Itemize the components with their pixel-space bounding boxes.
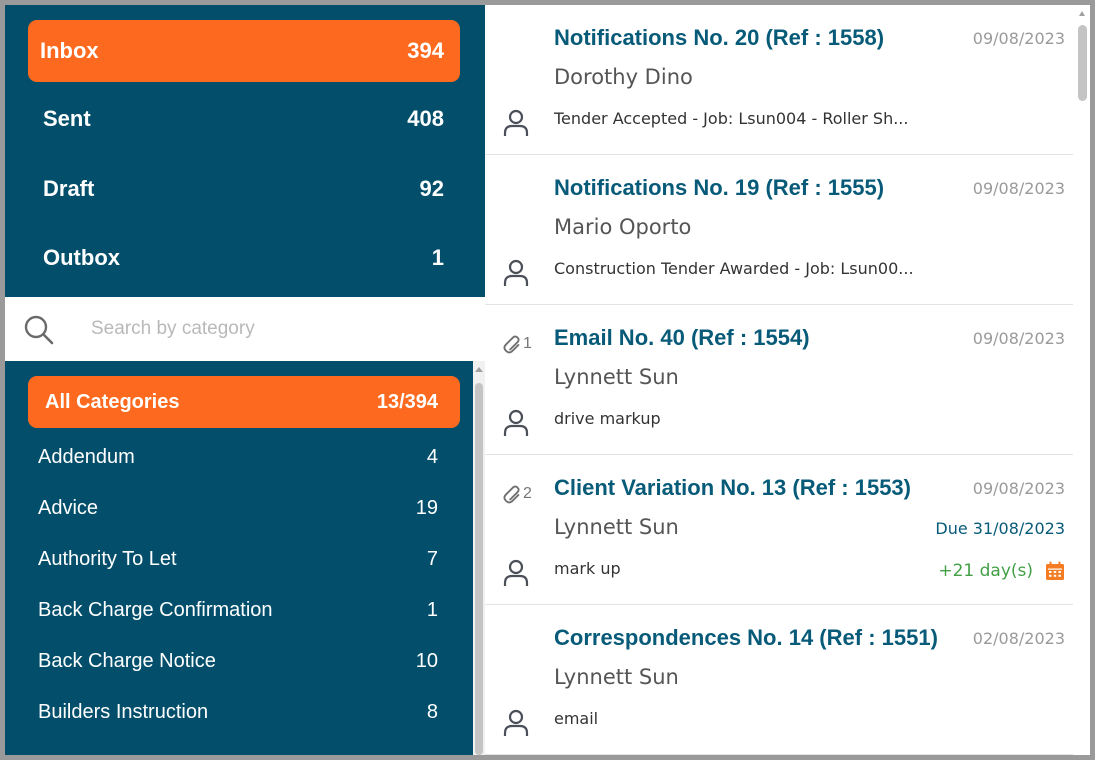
category-all[interactable]: All Categories 13/394 xyxy=(28,376,460,428)
folder-inbox[interactable]: Inbox 394 xyxy=(28,20,460,82)
message-subject: Construction Tender Awarded - Job: Lsun0… xyxy=(554,259,914,278)
message-item[interactable]: Notifications No. 20 (Ref : 1558) 09/08/… xyxy=(485,5,1073,155)
message-scrollbar[interactable] xyxy=(1073,5,1090,755)
user-icon xyxy=(503,109,529,136)
message-sender: Lynnett Sun xyxy=(554,515,679,539)
paperclip-icon xyxy=(503,485,520,504)
category-count: 13/394 xyxy=(376,390,438,413)
search-icon[interactable] xyxy=(23,314,55,346)
message-title: Notifications No. 20 (Ref : 1558) xyxy=(554,25,885,50)
days-remaining: +21 day(s) xyxy=(938,561,1033,581)
message-item[interactable]: Notifications No. 19 (Ref : 1555) 09/08/… xyxy=(485,155,1073,305)
attachment-count: 2 xyxy=(523,485,532,502)
user-icon xyxy=(503,409,529,436)
message-item[interactable]: 1 Email No. 40 (Ref : 1554) 09/08/2023 L… xyxy=(485,305,1073,455)
app-window: Inbox 394 Sent 408 Draft 92 Outbox 1 Sea… xyxy=(5,5,1090,755)
category-scrollbar[interactable] xyxy=(473,361,485,755)
attachment-indicator: 2 xyxy=(501,483,532,505)
left-panel: Inbox 394 Sent 408 Draft 92 Outbox 1 Sea… xyxy=(5,5,485,755)
search-input[interactable] xyxy=(85,311,465,347)
category-count: 4 xyxy=(426,445,438,468)
message-subject: Tender Accepted - Job: Lsun004 - Roller … xyxy=(554,109,909,128)
message-title: Email No. 40 (Ref : 1554) xyxy=(554,325,810,350)
message-sender: Mario Oporto xyxy=(554,215,692,239)
folder-label: Draft xyxy=(43,176,95,201)
message-date: 09/08/2023 xyxy=(972,479,1065,498)
message-title: Correspondences No. 14 (Ref : 1551) xyxy=(554,625,938,650)
category-item[interactable]: Back Charge Confirmation 1 xyxy=(38,592,438,628)
folder-label: Inbox xyxy=(40,38,99,63)
message-list: Notifications No. 20 (Ref : 1558) 09/08/… xyxy=(485,5,1090,755)
message-item[interactable]: Correspondences No. 14 (Ref : 1551) 02/0… xyxy=(485,605,1073,755)
folder-count: 92 xyxy=(419,176,444,201)
category-count: 1 xyxy=(426,598,438,621)
user-icon xyxy=(503,709,529,736)
message-date: 09/08/2023 xyxy=(972,329,1065,348)
folder-sent[interactable]: Sent 408 xyxy=(28,88,460,150)
message-date: 09/08/2023 xyxy=(972,29,1065,48)
category-item[interactable]: Builders Instruction 8 xyxy=(38,694,438,730)
folder-list: Inbox 394 Sent 408 Draft 92 Outbox 1 xyxy=(5,5,485,297)
category-label: Back Charge Confirmation xyxy=(38,598,273,621)
scrollbar-thumb[interactable] xyxy=(475,383,483,755)
category-label: Builders Instruction xyxy=(38,700,209,723)
category-list: All Categories 13/394 Addendum 4 Advice … xyxy=(5,361,473,755)
message-sender: Dorothy Dino xyxy=(554,65,693,89)
folder-count: 408 xyxy=(407,106,444,131)
category-count: 10 xyxy=(415,649,438,672)
category-item[interactable]: Authority To Let 7 xyxy=(38,541,438,577)
category-count: 19 xyxy=(415,496,438,519)
paperclip-icon xyxy=(503,335,520,354)
category-count: 8 xyxy=(426,700,438,723)
folder-label: Sent xyxy=(43,106,91,131)
user-icon xyxy=(503,559,529,586)
user-icon xyxy=(503,259,529,286)
message-date: 09/08/2023 xyxy=(972,179,1065,198)
folder-draft[interactable]: Draft 92 xyxy=(28,158,460,220)
folder-label: Outbox xyxy=(43,245,120,270)
message-sender: Lynnett Sun xyxy=(554,665,679,689)
message-item[interactable]: 2 Client Variation No. 13 (Ref : 1553) 0… xyxy=(485,455,1073,605)
category-count: 7 xyxy=(426,547,438,570)
category-label: Back Charge Notice xyxy=(38,649,216,672)
scroll-up-arrow-icon[interactable] xyxy=(1079,11,1085,16)
category-label: Authority To Let xyxy=(38,547,177,570)
due-date: Due 31/08/2023 xyxy=(935,519,1065,538)
category-label: Advice xyxy=(38,496,99,519)
category-search xyxy=(5,297,485,361)
category-label: All Categories xyxy=(45,390,180,413)
folder-count: 394 xyxy=(407,38,444,63)
category-item[interactable]: Addendum 4 xyxy=(38,439,438,475)
folder-outbox[interactable]: Outbox 1 xyxy=(28,227,460,289)
category-item[interactable]: Back Charge Notice 10 xyxy=(38,643,438,679)
message-sender: Lynnett Sun xyxy=(554,365,679,389)
message-subject: drive markup xyxy=(554,409,661,428)
category-label: Addendum xyxy=(38,445,135,468)
message-date: 02/08/2023 xyxy=(972,629,1065,648)
message-title: Client Variation No. 13 (Ref : 1553) xyxy=(554,475,911,500)
message-subject: email xyxy=(554,709,599,728)
attachment-count: 1 xyxy=(523,335,532,352)
attachment-indicator: 1 xyxy=(501,333,532,355)
scroll-up-arrow-icon[interactable] xyxy=(475,367,483,372)
calendar-icon[interactable] xyxy=(1045,561,1065,581)
folder-count: 1 xyxy=(431,245,444,270)
message-subject: mark up xyxy=(554,559,621,578)
category-item[interactable]: Advice 19 xyxy=(38,490,438,526)
scrollbar-thumb[interactable] xyxy=(1078,25,1087,101)
message-title: Notifications No. 19 (Ref : 1555) xyxy=(554,175,885,200)
